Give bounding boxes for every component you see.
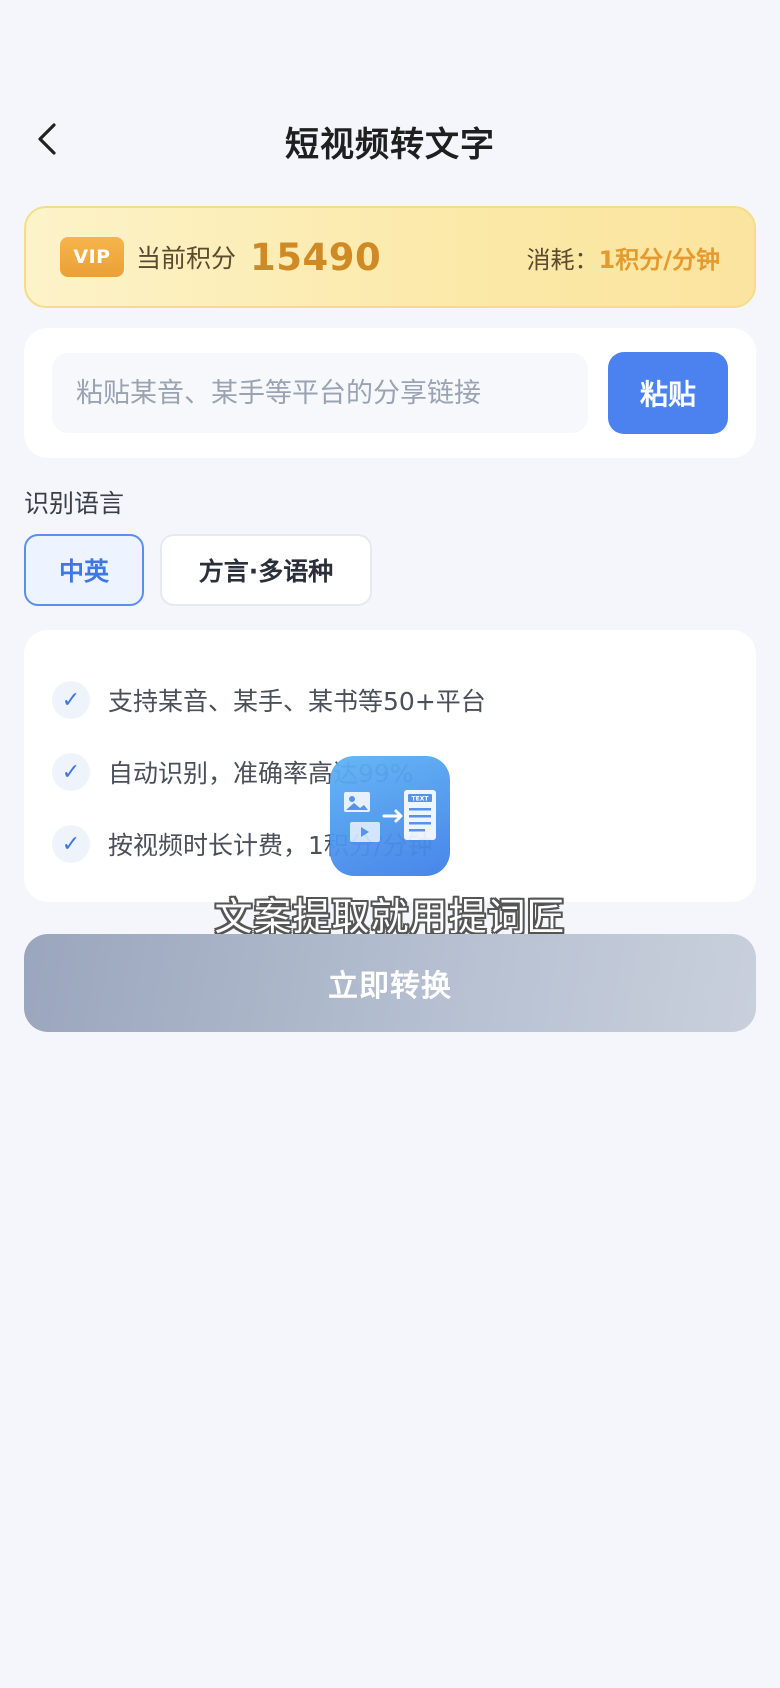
language-label: 识别语言 <box>24 489 125 518</box>
page-title: 短视频转文字 <box>285 125 495 165</box>
feature-item: ✓ 支持某音、某手、某书等50+平台 <box>52 664 728 736</box>
language-options: 中英 方言·多语种 <box>24 534 372 606</box>
svg-text:TEXT: TEXT <box>412 796 430 803</box>
share-link-input[interactable] <box>52 353 588 433</box>
points-value: 15490 <box>250 235 382 279</box>
language-option-zh-en[interactable]: 中英 <box>24 534 144 606</box>
vip-badge: VIP <box>60 237 124 277</box>
link-input-card: 粘贴 <box>24 328 756 458</box>
cost-value: 1积分/分钟 <box>598 245 720 274</box>
watermark-caption: 文案提取就用提词匠 <box>214 895 566 939</box>
points-card: VIP 当前积分 15490 消耗： 1积分/分钟 <box>24 206 756 308</box>
convert-button[interactable]: 立即转换 <box>24 934 756 1032</box>
header-bar: 短视频转文字 <box>0 95 780 185</box>
check-icon: ✓ <box>52 681 90 719</box>
check-icon: ✓ <box>52 825 90 863</box>
points-label: 当前积分 <box>136 244 237 273</box>
cost-info: 消耗： 1积分/分钟 <box>527 240 720 275</box>
check-icon: ✓ <box>52 753 90 791</box>
feature-text: 支持某音、某手、某书等50+平台 <box>108 687 486 716</box>
cost-label: 消耗： <box>526 245 599 274</box>
image-to-text-logo-icon: TEXT <box>330 756 450 876</box>
language-option-dialect[interactable]: 方言·多语种 <box>160 534 372 606</box>
paste-button[interactable]: 粘贴 <box>608 352 728 434</box>
